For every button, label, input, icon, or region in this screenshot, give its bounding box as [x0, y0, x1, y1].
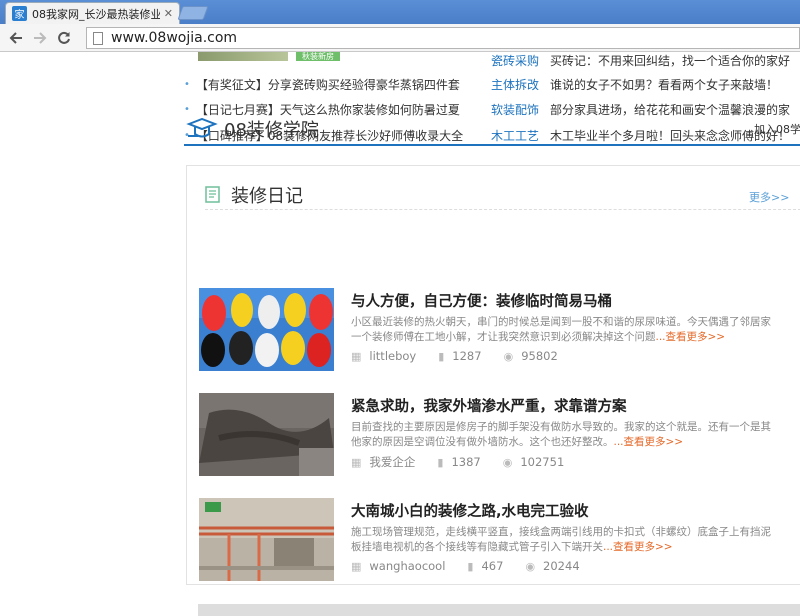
tab-title: 08我家网_长沙最热装修业: [32, 7, 160, 21]
reload-icon: [58, 31, 70, 44]
diary-title: 装修日记: [231, 186, 303, 207]
diary-more-link[interactable]: 更多>>: [749, 189, 789, 205]
diary-article: 紧急求助，我家外墙渗水严重，求靠谱方案 目前查找的主要原因是修房子的脚手架没有做…: [199, 393, 799, 477]
page-viewport: 秋装新房 瓷砖采购 买砖记：不用来回纠结，找一个适合你的家好 • 【有奖征文】分…: [0, 52, 800, 616]
address-bar[interactable]: www.08wojia.com: [86, 27, 800, 49]
article-excerpt: 施工现场管理规范，走线横平竖直，接线盒两端引线用的卡扣式（非螺纹）底盒子上有挡泥…: [351, 526, 771, 553]
comment-icon: ▮: [467, 559, 474, 573]
calendar-icon: ▦: [351, 559, 362, 573]
article-title[interactable]: 与人方便，自己方便：装修临时简易马桶: [351, 290, 612, 311]
eye-icon: ◉: [502, 455, 513, 469]
read-more-link[interactable]: ...查看更多>>: [656, 331, 726, 343]
arrow-right-icon: [34, 31, 47, 44]
article-excerpt: 目前查找的主要原因是修房子的脚手架没有做防水导致的。我家的这个就是。还有一个是其…: [351, 421, 771, 448]
news-link[interactable]: 【有奖征文】分享瓷砖购买经验得豪华蒸锅四件套: [196, 76, 496, 93]
diary-article: 与人方便，自己方便：装修临时简易马桶 小区最近装修的热火朝天，串门的时候总是闻到…: [199, 288, 799, 372]
view-count: 20244: [543, 559, 580, 573]
new-tab-button[interactable]: [177, 6, 209, 20]
article-meta: ▦ littleboy ▮ 1287 ◉ 95802: [351, 349, 558, 363]
back-button[interactable]: [4, 26, 28, 50]
article-excerpt: 小区最近装修的热火朝天，串门的时候总是闻到一股不和谐的尿尿味道。今天偶遇了邻居家…: [351, 316, 771, 343]
news-link[interactable]: 买砖记：不用来回纠结，找一个适合你的家好: [550, 52, 800, 69]
comment-count: 1287: [452, 349, 482, 363]
article-thumbnail-toilets[interactable]: [199, 288, 334, 371]
article-meta: ▦ wanghaocool ▮ 467 ◉ 20244: [351, 559, 580, 573]
next-panel-edge: [198, 604, 800, 616]
comment-count: 467: [481, 559, 504, 573]
article-author[interactable]: wanghaocool: [369, 559, 445, 573]
eye-icon: ◉: [525, 559, 536, 573]
diary-article: 大南城小白的装修之路,水电完工验收 施工现场管理规范，走线横平竖直，接线盒两端引…: [199, 498, 799, 582]
article-meta: ▦ 我爱企企 ▮ 1387 ◉ 102751: [351, 454, 564, 470]
news-category-link[interactable]: 主体拆改: [491, 76, 539, 93]
news-category-link[interactable]: 瓷砖采购: [491, 52, 539, 69]
read-more-link[interactable]: ...查看更多>>: [603, 541, 673, 553]
browser-toolbar: www.08wojia.com: [0, 24, 800, 52]
tab-strip: 家 08我家网_长沙最热装修业 ✕: [0, 0, 800, 24]
section-divider: [184, 144, 800, 146]
view-count: 95802: [521, 349, 558, 363]
close-tab-icon[interactable]: ✕: [164, 7, 173, 20]
article-thumbnail-plumbing[interactable]: [199, 498, 334, 581]
news-link[interactable]: 谁说的女子不如男？看看两个女子来敲墙！: [550, 76, 800, 93]
news-row: • 【有奖征文】分享瓷砖购买经验得豪华蒸锅四件套 主体拆改 谁说的女子不如男？看…: [184, 75, 778, 93]
article-author[interactable]: 我爱企企: [369, 454, 415, 470]
green-badge: 秋装新房: [296, 52, 340, 61]
join-academy-link[interactable]: 加入08学: [754, 121, 800, 137]
article-thumbnail-wall[interactable]: [199, 393, 334, 476]
forward-button[interactable]: [28, 26, 52, 50]
diary-panel: 装修日记 更多>> 与人方便，自己方便：装修临时简易马桶 小区最近装修的热火朝天…: [186, 165, 800, 585]
site-favicon-icon: 家: [12, 6, 27, 21]
graduation-cap-icon: [186, 118, 218, 138]
calendar-icon: ▦: [351, 455, 362, 469]
read-more-link[interactable]: ...查看更多>>: [614, 436, 684, 448]
featured-thumbnail[interactable]: [198, 52, 288, 61]
url-text: www.08wojia.com: [111, 30, 238, 46]
bullet-icon: •: [184, 78, 190, 90]
browser-tab[interactable]: 家 08我家网_长沙最热装修业 ✕: [5, 2, 180, 24]
page-icon: [93, 31, 103, 45]
diary-header: 装修日记 更多>>: [205, 180, 800, 210]
notebook-icon: [205, 186, 220, 203]
eye-icon: ◉: [503, 349, 514, 363]
comment-icon: ▮: [437, 455, 444, 469]
reload-button[interactable]: [52, 26, 76, 50]
view-count: 102751: [520, 455, 565, 469]
comment-icon: ▮: [438, 349, 445, 363]
article-author[interactable]: littleboy: [369, 349, 416, 363]
calendar-icon: ▦: [351, 349, 362, 363]
academy-title[interactable]: 08装修学院: [224, 116, 319, 142]
arrow-left-icon: [9, 31, 22, 44]
bullet-icon: •: [184, 103, 190, 115]
academy-header: 08装修学院 加入08学: [186, 114, 800, 142]
article-title[interactable]: 紧急求助，我家外墙渗水严重，求靠谱方案: [351, 395, 627, 416]
article-title[interactable]: 大南城小白的装修之路,水电完工验收: [351, 500, 589, 521]
comment-count: 1387: [451, 455, 481, 469]
